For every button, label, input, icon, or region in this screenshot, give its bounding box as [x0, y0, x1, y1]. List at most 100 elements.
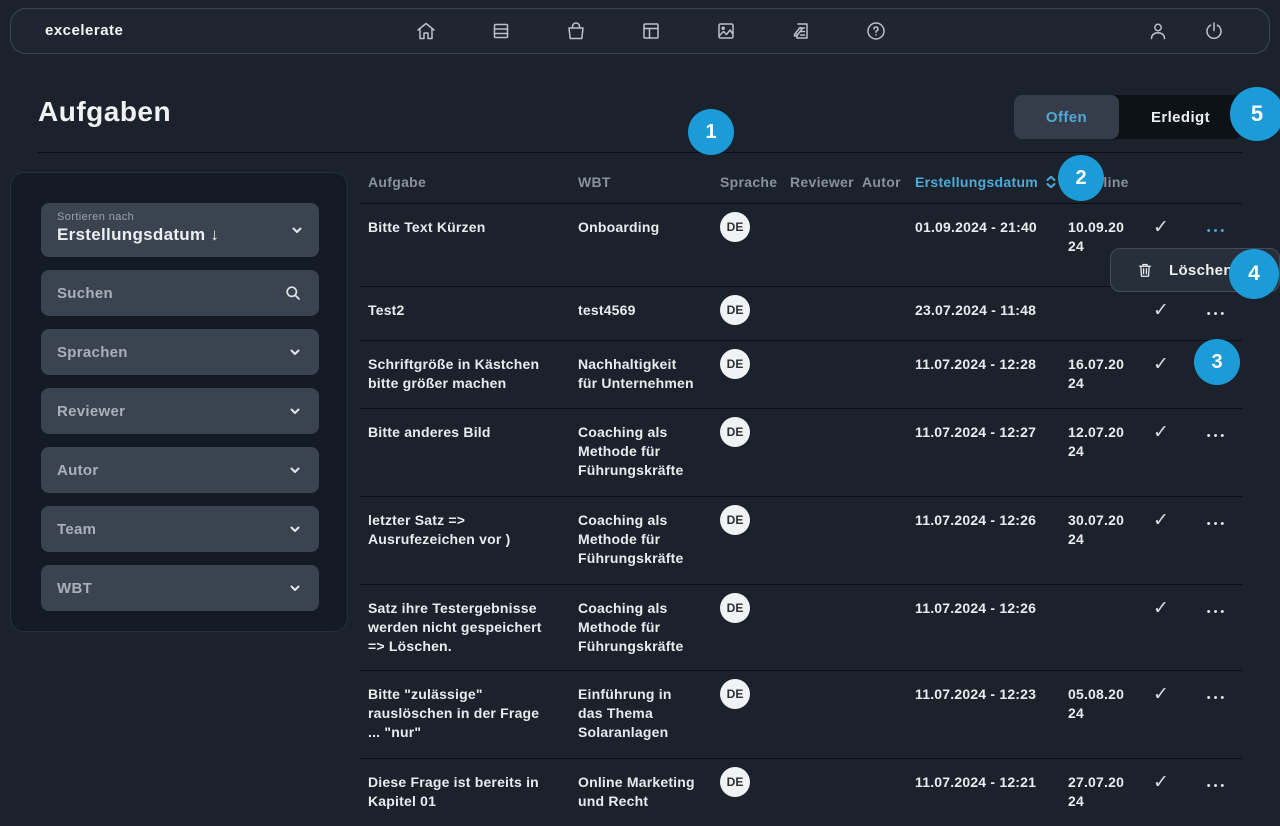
layout-button[interactable] — [639, 19, 663, 43]
more-options-button[interactable]: ••• — [1192, 773, 1242, 796]
language-badge: DE — [720, 349, 750, 379]
task-wbt: Onboarding — [578, 218, 720, 237]
archive-button[interactable] — [489, 19, 513, 43]
language-badge: DE — [720, 212, 750, 242]
sort-value: Erstellungsdatum ↓ — [57, 225, 303, 245]
title-divider — [38, 152, 1242, 153]
table-row[interactable]: Satz ihre Testergebnisse werden nicht ge… — [360, 585, 1242, 671]
filter-wbt[interactable]: WBT — [41, 565, 319, 611]
header-wbt: WBT — [578, 174, 720, 190]
media-button[interactable] — [714, 19, 738, 43]
logo[interactable]: excelerate — [45, 9, 123, 53]
complete-check-button[interactable]: ✓ — [1130, 301, 1192, 320]
filter-panel: Sortieren nach Erstellungsdatum ↓ Sprach… — [10, 172, 348, 632]
more-options-button[interactable]: ••• — [1192, 301, 1242, 324]
page-title: Aufgaben — [38, 96, 171, 128]
callout-3: 3 — [1194, 339, 1240, 385]
search-input[interactable] — [57, 285, 283, 302]
task-wbt: Einführung in das Thema Solaranlagen — [578, 685, 720, 742]
tab-erledigt[interactable]: Erledigt — [1119, 95, 1242, 139]
trash-icon — [1135, 260, 1155, 280]
task-created: 11.07.2024 - 12:21 — [915, 773, 1068, 792]
callout-5: 5 — [1230, 87, 1280, 141]
search-icon — [283, 283, 303, 303]
language-badge: DE — [720, 767, 750, 797]
sort-label: Sortieren nach — [57, 211, 303, 223]
delete-menu-label: Löschen — [1169, 262, 1233, 279]
home-icon — [414, 19, 438, 43]
filter-reviewer[interactable]: Reviewer — [41, 388, 319, 434]
chevron-down-icon — [289, 222, 305, 238]
nav-account-group — [1146, 19, 1226, 43]
chevron-down-icon — [287, 580, 303, 596]
table-row[interactable]: Diese Frage ist bereits in Kapitel 01 On… — [360, 759, 1242, 826]
language-badge: DE — [720, 417, 750, 447]
bag-icon — [564, 19, 588, 43]
task-title: Test2 — [360, 301, 578, 320]
header-erstellungsdatum[interactable]: Erstellungsdatum — [915, 174, 1068, 190]
complete-check-button[interactable]: ✓ — [1130, 511, 1192, 530]
filter-autor[interactable]: Autor — [41, 447, 319, 493]
tasks-button[interactable] — [789, 19, 813, 43]
table-row[interactable]: Bitte "zulässige" rauslöschen in der Fra… — [360, 671, 1242, 759]
table-row[interactable]: Schriftgröße in Kästchen bitte größer ma… — [360, 341, 1242, 409]
header-sprache: Sprache — [720, 174, 790, 190]
user-button[interactable] — [1146, 19, 1170, 43]
header-reviewer: Reviewer — [790, 174, 862, 190]
complete-check-button[interactable]: ✓ — [1130, 599, 1192, 618]
table-header-row: Aufgabe WBT Sprache Reviewer Autor Erste… — [360, 160, 1242, 204]
task-wbt: Coaching als Methode für Führungskräfte — [578, 599, 720, 656]
archive-icon — [489, 19, 513, 43]
table-row[interactable]: Test2 test4569 DE 23.07.2024 - 11:48 ✓ •… — [360, 287, 1242, 341]
sort-select[interactable]: Sortieren nach Erstellungsdatum ↓ — [41, 203, 319, 257]
filter-sprachen-label: Sprachen — [57, 344, 287, 361]
task-title: Diese Frage ist bereits in Kapitel 01 — [360, 773, 578, 811]
task-wbt: Online Marketing und Recht — [578, 773, 720, 811]
task-created: 01.09.2024 - 21:40 — [915, 218, 1068, 237]
more-options-button[interactable]: ••• — [1192, 685, 1242, 708]
header-erstellungsdatum-label: Erstellungsdatum — [915, 174, 1038, 190]
task-created: 11.07.2024 - 12:23 — [915, 685, 1068, 704]
image-icon — [714, 19, 738, 43]
task-deadline: 12.07.2024 — [1068, 423, 1130, 461]
sort-arrows-icon — [1045, 174, 1057, 190]
bag-button[interactable] — [564, 19, 588, 43]
filter-sprachen[interactable]: Sprachen — [41, 329, 319, 375]
more-options-button[interactable]: ••• — [1192, 423, 1242, 446]
chevron-down-icon — [287, 462, 303, 478]
more-options-button[interactable]: ••• — [1192, 599, 1242, 622]
power-icon — [1202, 19, 1226, 43]
layout-icon — [639, 19, 663, 43]
help-button[interactable] — [864, 19, 888, 43]
logout-button[interactable] — [1202, 19, 1226, 43]
complete-check-button[interactable]: ✓ — [1130, 423, 1192, 442]
filter-team[interactable]: Team — [41, 506, 319, 552]
chevron-down-icon — [287, 344, 303, 360]
tab-offen[interactable]: Offen — [1014, 95, 1119, 139]
complete-check-button[interactable]: ✓ — [1130, 773, 1192, 792]
language-badge: DE — [720, 593, 750, 623]
filter-wbt-label: WBT — [57, 580, 287, 597]
complete-check-button[interactable]: ✓ — [1130, 218, 1192, 237]
task-wbt: Nachhaltigkeit für Unternehmen — [578, 355, 720, 393]
task-wbt: Coaching als Methode für Führungskräfte — [578, 511, 720, 568]
more-options-button[interactable]: ••• — [1192, 218, 1242, 241]
complete-check-button[interactable]: ✓ — [1130, 685, 1192, 704]
task-title: letzter Satz => Ausrufezeichen vor ) — [360, 511, 578, 549]
table-body: Bitte Text Kürzen Onboarding DE 01.09.20… — [360, 204, 1242, 826]
chevron-down-icon — [287, 403, 303, 419]
callout-4: 4 — [1229, 249, 1279, 299]
task-title: Schriftgröße in Kästchen bitte größer ma… — [360, 355, 578, 393]
more-options-button[interactable]: ••• — [1192, 511, 1242, 534]
task-wbt: Coaching als Methode für Führungskräfte — [578, 423, 720, 480]
table-row[interactable]: Bitte anderes Bild Coaching als Methode … — [360, 409, 1242, 497]
task-title: Bitte "zulässige" rauslöschen in der Fra… — [360, 685, 578, 742]
user-icon — [1146, 19, 1170, 43]
task-deadline: 05.08.2024 — [1068, 685, 1130, 723]
filter-team-label: Team — [57, 521, 287, 538]
complete-check-button[interactable]: ✓ — [1130, 355, 1192, 374]
home-button[interactable] — [414, 19, 438, 43]
task-title: Bitte anderes Bild — [360, 423, 578, 442]
top-navbar: excelerate — [10, 8, 1270, 54]
table-row[interactable]: letzter Satz => Ausrufezeichen vor ) Coa… — [360, 497, 1242, 585]
